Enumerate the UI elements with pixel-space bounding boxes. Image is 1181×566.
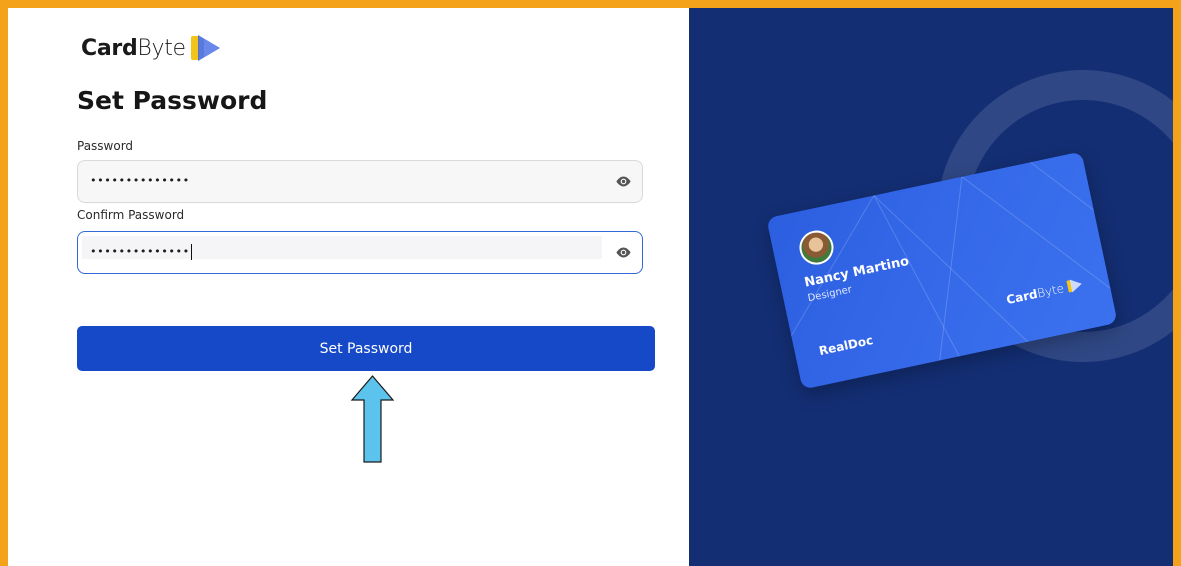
password-label: Password	[77, 139, 134, 153]
set-password-button[interactable]: Set Password	[77, 326, 655, 371]
confirm-password-field[interactable]: ••••••••••••••	[77, 231, 643, 274]
page-title: Set Password	[77, 86, 268, 115]
form-panel: CardByte Set Password Password •••••••••…	[8, 8, 689, 566]
card-showcase-panel: Nancy Martino Designer RealDoc CardByte	[689, 8, 1173, 566]
eye-icon[interactable]	[615, 245, 632, 260]
password-value: ••••••••••••••	[90, 174, 190, 187]
password-field[interactable]: ••••••••••••••	[77, 160, 643, 203]
annotation-arrow-icon	[350, 375, 395, 463]
confirm-password-value: ••••••••••••••	[90, 244, 192, 260]
eye-icon[interactable]	[615, 174, 632, 189]
confirm-password-label: Confirm Password	[77, 208, 185, 222]
brand-wordmark: CardByte	[81, 35, 186, 61]
text-caret	[190, 244, 192, 260]
play-logo-icon	[190, 35, 220, 61]
brand-logo[interactable]: CardByte	[81, 32, 222, 64]
